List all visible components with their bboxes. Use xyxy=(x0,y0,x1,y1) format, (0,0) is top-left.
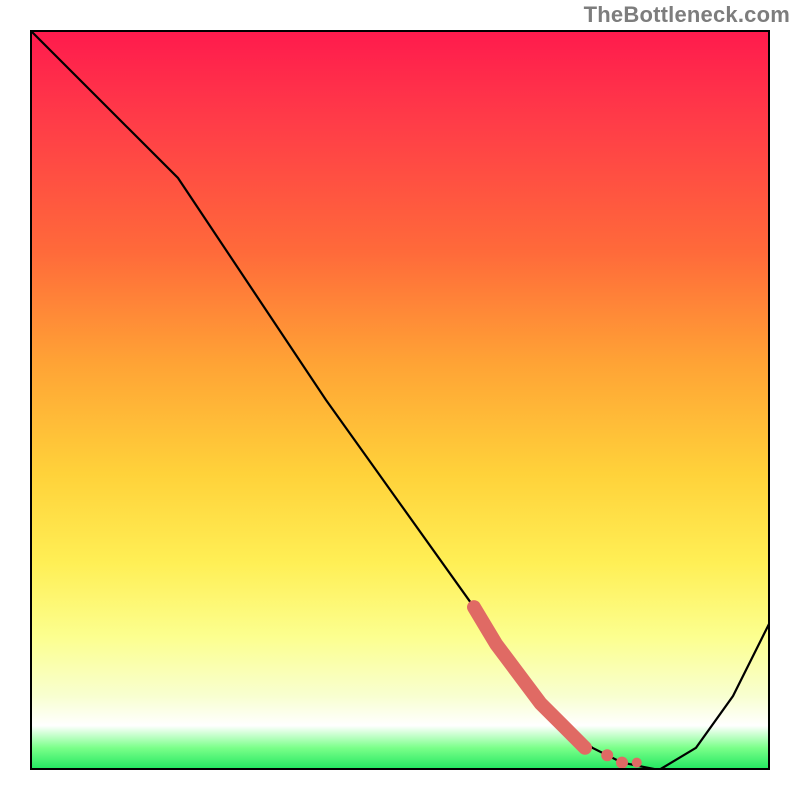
watermark-text: TheBottleneck.com xyxy=(584,2,790,28)
chart-overlay-svg xyxy=(30,30,770,770)
curve-line xyxy=(30,30,770,770)
plot-area xyxy=(30,30,770,770)
highlight-dot xyxy=(616,757,628,769)
highlight-dot xyxy=(601,749,613,761)
highlight-dot xyxy=(632,758,642,768)
chart-stage: TheBottleneck.com xyxy=(0,0,800,800)
highlight-line xyxy=(474,607,585,748)
highlight-dots xyxy=(601,749,642,768)
